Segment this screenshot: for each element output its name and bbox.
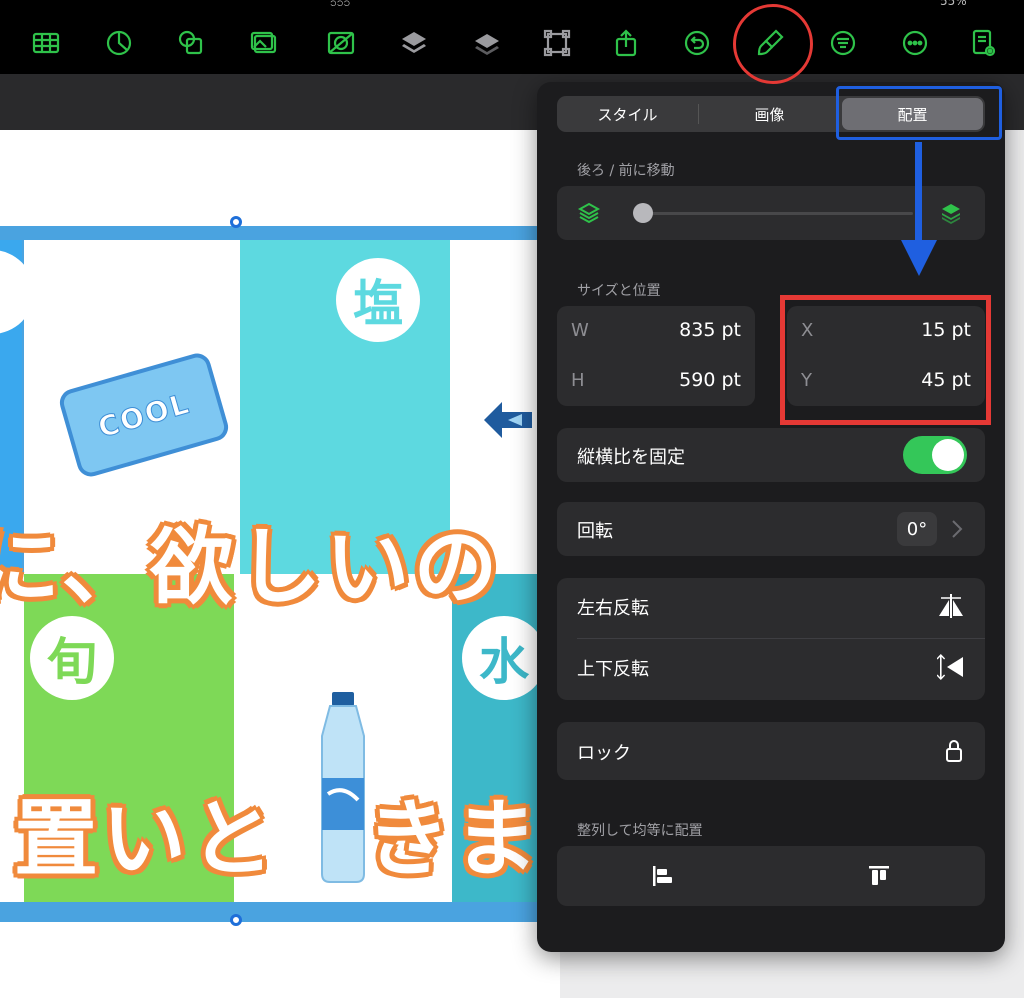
layer-front-icon[interactable] — [470, 26, 504, 60]
align-section-label: 整列して均等に配置 — [577, 823, 703, 839]
layer-back-icon[interactable] — [577, 201, 601, 225]
status-battery-fragment: 55% — [940, 0, 967, 8]
slide: 塩 旬 水 COOL に、欲しいの 置いと きま — [0, 130, 560, 998]
chevron-right-icon[interactable] — [951, 519, 963, 539]
slide-text-line2: 置いと きま — [14, 790, 543, 888]
toggle-knob — [932, 439, 964, 471]
lock-icon — [946, 740, 962, 762]
lock-label: ロック — [577, 743, 631, 764]
lock-ratio-label: 縦横比を固定 — [577, 447, 685, 468]
document-view-icon[interactable] — [966, 26, 1000, 60]
text-align-icon[interactable] — [826, 26, 860, 60]
flip-vertical-icon[interactable] — [937, 654, 965, 680]
shapes-icon[interactable] — [174, 26, 208, 60]
flip-horizontal-icon[interactable] — [937, 594, 965, 618]
align-top-icon[interactable] — [867, 864, 891, 888]
status-time-fragment: ၁၁၁ — [330, 0, 351, 9]
align-left-icon[interactable] — [651, 864, 675, 888]
flip-vertical-label[interactable]: 上下反転 — [577, 655, 649, 681]
move-section-label: 後ろ / 前に移動 — [577, 163, 675, 179]
bubble-salt: 塩 — [336, 258, 420, 342]
annotation-blue-box — [836, 86, 1002, 140]
bubble-water: 水 — [462, 616, 546, 700]
tab-image[interactable]: 画像 — [699, 96, 840, 132]
chart-icon[interactable] — [102, 26, 136, 60]
bubble-shun: 旬 — [30, 616, 114, 700]
lock-ratio-row: 縦横比を固定 — [557, 428, 985, 482]
move-slider-knob[interactable] — [633, 203, 653, 223]
size-section-label: サイズと位置 — [577, 283, 661, 299]
arrow-fish-illustration — [484, 402, 532, 438]
align-row — [557, 846, 985, 906]
crop-icon[interactable] — [540, 26, 574, 60]
size-box: W 835 pt H 590 pt — [557, 306, 755, 406]
toolbar: ၁၁၁ 55% — [0, 0, 1024, 74]
width-label: W — [571, 320, 589, 341]
flip-horizontal-label[interactable]: 左右反転 — [577, 594, 649, 620]
rotate-field[interactable]: 0° — [897, 512, 937, 546]
height-field[interactable]: 590 pt — [679, 369, 741, 391]
move-slider-track[interactable] — [633, 212, 913, 215]
resize-handle-bottom[interactable] — [230, 914, 242, 926]
resize-handle-top[interactable] — [230, 216, 242, 228]
cool-label: COOL — [94, 386, 194, 445]
flip-group: 左右反転 上下反転 — [557, 578, 985, 700]
layer-back-icon[interactable] — [397, 26, 431, 60]
annotation-red-box — [780, 295, 991, 425]
flip-divider — [577, 638, 985, 639]
lock-row[interactable]: ロック — [557, 722, 985, 780]
annotation-red-circle — [733, 4, 813, 84]
share-icon[interactable] — [609, 26, 643, 60]
annotation-blue-arrow — [901, 142, 937, 276]
layer-front-icon[interactable] — [939, 201, 963, 225]
tab-style[interactable]: スタイル — [557, 96, 698, 132]
undo-icon[interactable] — [680, 26, 714, 60]
rotate-label: 回転 — [577, 521, 613, 542]
width-field[interactable]: 835 pt — [679, 319, 741, 341]
lock-ratio-toggle[interactable] — [903, 436, 967, 474]
media-icon[interactable] — [247, 26, 281, 60]
slide-text-line1: に、欲しいの — [0, 518, 502, 616]
height-label: H — [571, 370, 585, 391]
rotate-row: 回転 0° — [557, 502, 985, 556]
table-icon[interactable] — [29, 26, 63, 60]
more-icon[interactable] — [898, 26, 932, 60]
image-gallery-icon[interactable] — [324, 26, 358, 60]
